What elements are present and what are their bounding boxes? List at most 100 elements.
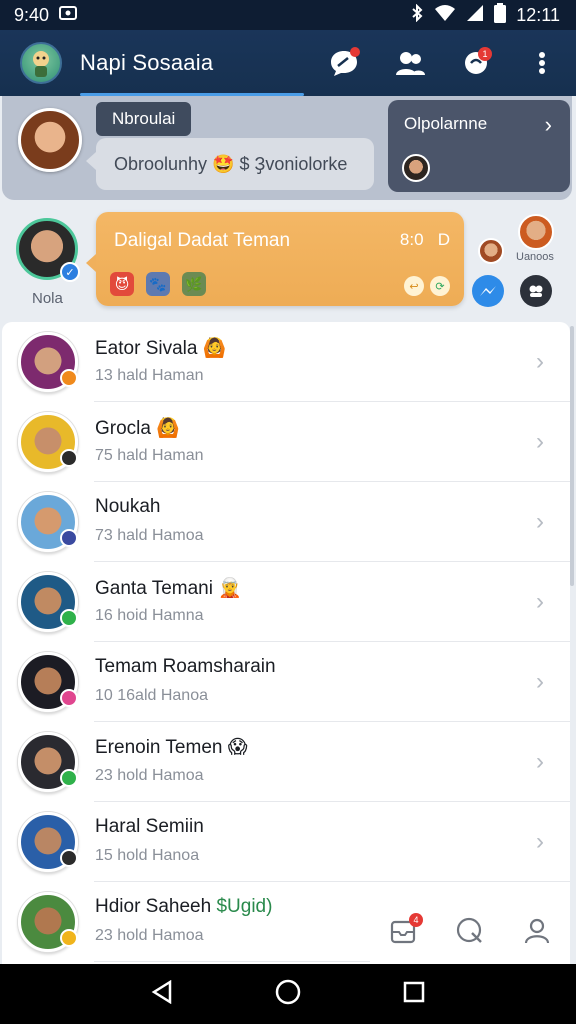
inbox-button[interactable]: 4 bbox=[389, 912, 423, 950]
recents-button[interactable] bbox=[403, 981, 425, 1008]
back-button[interactable] bbox=[151, 979, 173, 1009]
app-bar: Napi Sosaaia 1 bbox=[0, 30, 576, 96]
scrollbar[interactable] bbox=[570, 326, 574, 586]
home-button[interactable] bbox=[275, 979, 301, 1010]
chat-name-text: Temam Roamsharain bbox=[95, 656, 276, 677]
chat-subtitle: 13 hald Haman bbox=[95, 367, 204, 384]
notification-icon bbox=[59, 5, 78, 26]
chat-name-extra: $Ugid) bbox=[216, 896, 273, 917]
group-button[interactable] bbox=[520, 275, 552, 307]
status-indicator bbox=[60, 849, 78, 867]
chat-name: Temam Roamsharain bbox=[95, 656, 276, 682]
chat-name-emoji: 🧝 bbox=[218, 578, 242, 599]
profile-button[interactable] bbox=[523, 917, 551, 950]
chat-name-emoji: 🙆 bbox=[202, 338, 227, 359]
chat-subtitle: 23 hold Hamoa bbox=[95, 767, 204, 784]
reaction-row: 😈 🐾 🌿 bbox=[110, 272, 206, 296]
chat-text: Temam Roamsharain 10 16ald Hanoa bbox=[95, 656, 276, 705]
messenger-button[interactable] bbox=[472, 275, 504, 307]
home-circle-icon bbox=[275, 979, 301, 1004]
status-indicator bbox=[60, 529, 78, 547]
mascot-icon bbox=[33, 51, 49, 77]
story-bubble[interactable]: Obroolunhy 🤩 $ Ҙvoniolorke bbox=[86, 138, 374, 190]
chat-name-text: Hdior Saheeh bbox=[95, 896, 212, 917]
devil-emoji-icon[interactable]: 😈 bbox=[110, 272, 134, 296]
chat-name: Haral Semiin bbox=[95, 816, 204, 842]
chevron-right-icon: › bbox=[536, 828, 544, 855]
share-pill-icon[interactable]: ⟳ bbox=[430, 276, 450, 296]
chat-name-emoji: 😱 bbox=[227, 737, 248, 758]
bottom-mini-nav: 4 bbox=[370, 904, 570, 962]
side-user-name: Uanoos bbox=[516, 251, 554, 263]
chat-row[interactable]: Haral Semiin 15 hold Hanoa › bbox=[2, 802, 570, 882]
chat-name: Hdior Saheeh $Ugid) bbox=[95, 896, 272, 922]
search-icon bbox=[456, 917, 482, 943]
chat-row[interactable]: Eator Sivala 🙆 13 hald Haman › bbox=[2, 322, 570, 402]
highlight-user-name: Nola bbox=[32, 290, 63, 307]
chat-subtitle: 10 16ald Hanoa bbox=[95, 687, 208, 704]
system-nav-bar bbox=[0, 964, 576, 1024]
chat-subtitle: 73 hald Hamoa bbox=[95, 527, 204, 544]
paw-emoji-icon[interactable]: 🐾 bbox=[146, 272, 170, 296]
more-vert-icon bbox=[539, 52, 545, 74]
status-indicator bbox=[60, 689, 78, 707]
wifi-icon bbox=[434, 4, 456, 27]
chat-text: Grocla 🙆 75 hald Haman bbox=[95, 416, 204, 465]
plant-emoji-icon[interactable]: 🌿 bbox=[182, 272, 206, 296]
inbox-badge: 4 bbox=[409, 912, 423, 927]
chevron-right-icon: › bbox=[536, 588, 544, 615]
person-icon bbox=[524, 918, 550, 943]
side-avatar-small[interactable] bbox=[478, 238, 504, 264]
chat-subtitle: 75 hald Haman bbox=[95, 447, 204, 464]
messenger-icon bbox=[480, 286, 496, 296]
chat-name-text: Eator Sivala bbox=[95, 338, 198, 359]
status-indicator bbox=[60, 449, 78, 467]
chat-name-text: Haral Semiin bbox=[95, 816, 204, 837]
profile-avatar[interactable] bbox=[20, 42, 62, 84]
chevron-right-icon: › bbox=[536, 748, 544, 775]
chat-name: Ganta Temani 🧝 bbox=[95, 576, 242, 602]
chat-name: Grocla 🙆 bbox=[95, 416, 204, 442]
side-avatar[interactable] bbox=[518, 214, 554, 250]
chat-row[interactable]: Ganta Temani 🧝 16 hoid Hamna › bbox=[2, 562, 570, 642]
highlight-letter: D bbox=[437, 230, 450, 249]
story-panel[interactable]: Olpolarnne › bbox=[388, 100, 570, 192]
verified-check-icon: ✓ bbox=[60, 262, 80, 282]
chat-row[interactable]: Temam Roamsharain 10 16ald Hanoa › bbox=[2, 642, 570, 722]
chat-name: Eator Sivala 🙆 bbox=[95, 336, 226, 362]
chat-row[interactable]: Noukah 73 hald Hamoa › bbox=[2, 482, 570, 562]
chat-list: Eator Sivala 🙆 13 hald Haman › Grocla 🙆 75 h… bbox=[2, 322, 570, 964]
back-triangle-icon bbox=[151, 979, 172, 1004]
chat-name-text: Noukah bbox=[95, 496, 161, 517]
chat-row[interactable]: Erenoin Temen 😱 23 hold Hamoa › bbox=[2, 722, 570, 802]
more-options-button[interactable] bbox=[524, 45, 560, 81]
story-chip[interactable]: Nbroulai bbox=[96, 102, 192, 136]
recents-square-icon bbox=[403, 981, 425, 1002]
chat-name: Erenoin Temen 😱 bbox=[95, 736, 248, 762]
chat-bubble-button[interactable] bbox=[326, 45, 362, 81]
chat-text: Haral Semiin 15 hold Hanoa bbox=[95, 816, 204, 865]
chat-subtitle: 16 hoid Hamna bbox=[95, 607, 204, 624]
highlight-title: Daligal Dadat Teman bbox=[114, 230, 291, 251]
story-avatar[interactable] bbox=[18, 108, 82, 172]
status-indicator bbox=[60, 369, 78, 387]
chat-badge bbox=[350, 47, 360, 57]
chevron-right-icon: › bbox=[536, 428, 544, 455]
activity-badge: 1 bbox=[478, 47, 492, 61]
story-panel-avatar bbox=[402, 154, 430, 182]
contacts-button[interactable] bbox=[392, 45, 428, 81]
chat-subtitle: 23 hold Hamoa bbox=[95, 927, 204, 944]
status-indicator bbox=[60, 609, 78, 627]
chevron-right-icon: › bbox=[536, 508, 544, 535]
highlight-time: 8:0 D bbox=[400, 230, 450, 250]
chat-name-text: Erenoin Temen bbox=[95, 737, 223, 758]
story-panel-title: Olpolarnne bbox=[404, 114, 488, 133]
highlight-card[interactable]: Daligal Dadat Teman 8:0 D 😈 🐾 🌿 ↩ ⟳ bbox=[86, 212, 464, 306]
chat-row[interactable]: Grocla 🙆 75 hald Haman › bbox=[2, 402, 570, 482]
search-button[interactable] bbox=[455, 916, 485, 951]
chat-text: Hdior Saheeh $Ugid) 23 hold Hamoa bbox=[95, 896, 272, 945]
chat-text: Erenoin Temen 😱 23 hold Hamoa bbox=[95, 736, 248, 785]
reply-pill-icon[interactable]: ↩ bbox=[404, 276, 424, 296]
activity-button[interactable]: 1 bbox=[458, 45, 494, 81]
highlight-time-value: 8:0 bbox=[399, 230, 424, 249]
